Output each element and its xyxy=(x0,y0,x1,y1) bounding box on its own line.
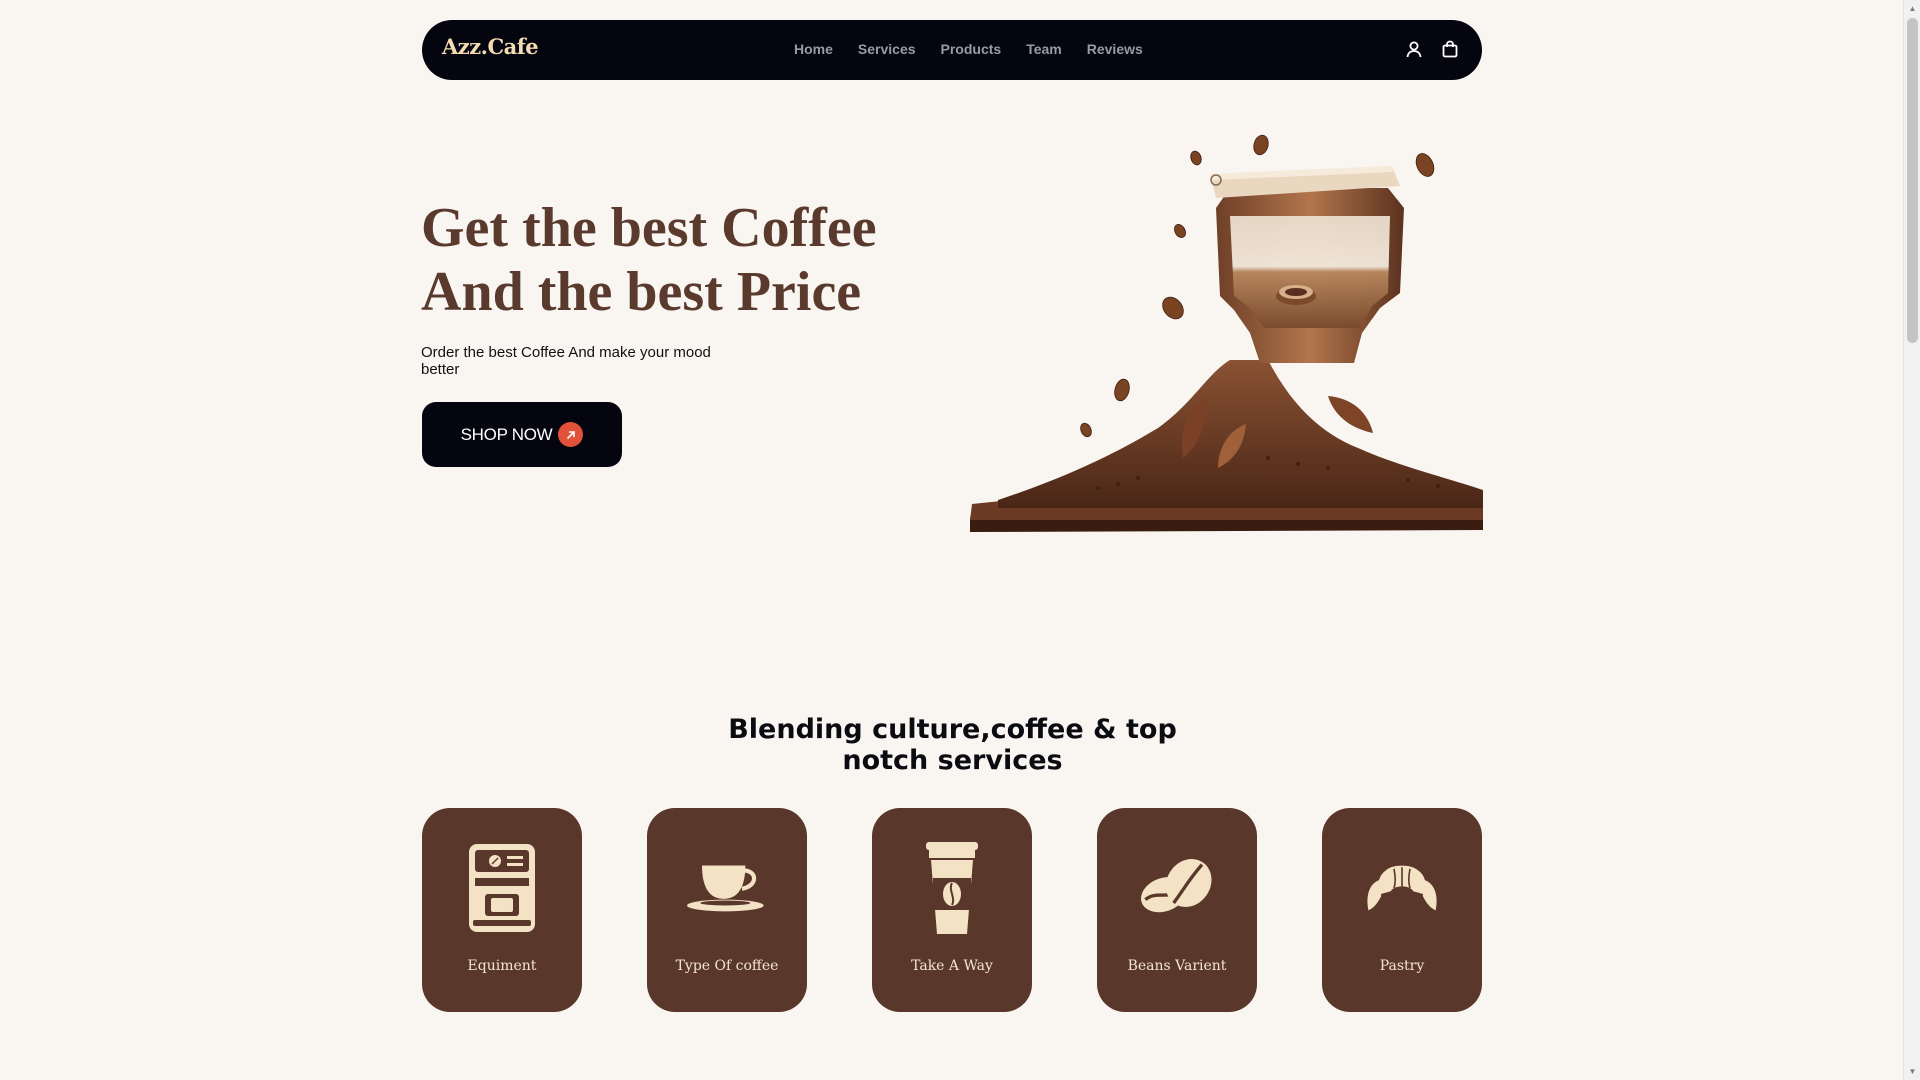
shopping-bag-icon[interactable] xyxy=(1440,39,1460,59)
takeaway-cup-icon xyxy=(912,838,992,938)
user-icon[interactable] xyxy=(1404,39,1424,59)
service-card-pastry[interactable]: Pastry xyxy=(1322,808,1482,1012)
service-card-beans-varient[interactable]: Beans Varient xyxy=(1097,808,1257,1012)
service-card-type-of-coffee[interactable]: Type Of coffee xyxy=(647,808,807,1012)
coffee-grinder-illustration xyxy=(970,134,1483,532)
service-card-label: Equiment xyxy=(467,958,537,974)
hero-subtitle: Order the best Coffee And make your mood… xyxy=(421,344,711,378)
nav-links: Home Services Products Team Reviews xyxy=(794,41,1143,57)
nav-link-home[interactable]: Home xyxy=(794,41,833,57)
page: Azz.Cafe Home Services Products Team Rev… xyxy=(0,0,1903,1080)
service-card-label: Type Of coffee xyxy=(675,958,779,974)
nav-link-reviews[interactable]: Reviews xyxy=(1087,41,1143,57)
service-cards: Equiment Type Of coffee Take A Way Beans… xyxy=(422,808,1482,1012)
page-scrollbar[interactable]: ▲ ▼ xyxy=(1903,0,1920,1080)
nav-link-team[interactable]: Team xyxy=(1026,41,1062,57)
arrow-right-icon xyxy=(558,422,584,447)
services-title: Blending culture,coffee & top notch serv… xyxy=(728,714,1177,776)
shop-now-button[interactable]: SHOP NOW xyxy=(422,402,622,467)
hero-title-line-1: Get the best Coffee xyxy=(421,197,877,259)
service-card-equipment[interactable]: Equiment xyxy=(422,808,582,1012)
service-card-label: Take A Way xyxy=(911,958,993,974)
hero-title-line-2: And the best Price xyxy=(421,261,862,323)
scroll-down-icon[interactable]: ▼ xyxy=(1904,1063,1920,1080)
service-card-label: Pastry xyxy=(1379,958,1425,974)
scrollbar-thumb[interactable] xyxy=(1907,18,1918,343)
coffee-beans-icon xyxy=(1137,838,1217,938)
coffee-cup-icon xyxy=(687,838,767,938)
service-card-take-a-way[interactable]: Take A Way xyxy=(872,808,1032,1012)
scroll-up-icon[interactable]: ▲ xyxy=(1904,0,1920,17)
nav-link-products[interactable]: Products xyxy=(941,41,1002,57)
hero-title: Get the best Coffee And the best Price xyxy=(421,196,941,324)
nav-link-services[interactable]: Services xyxy=(858,41,916,57)
espresso-machine-icon xyxy=(462,838,542,938)
shop-now-label: SHOP NOW xyxy=(460,424,553,444)
logo[interactable]: Azz.Cafe xyxy=(442,34,539,59)
service-card-label: Beans Varient xyxy=(1127,958,1227,974)
croissant-icon xyxy=(1362,838,1442,938)
nav-icons xyxy=(1404,39,1460,59)
navbar: Azz.Cafe Home Services Products Team Rev… xyxy=(422,20,1482,80)
